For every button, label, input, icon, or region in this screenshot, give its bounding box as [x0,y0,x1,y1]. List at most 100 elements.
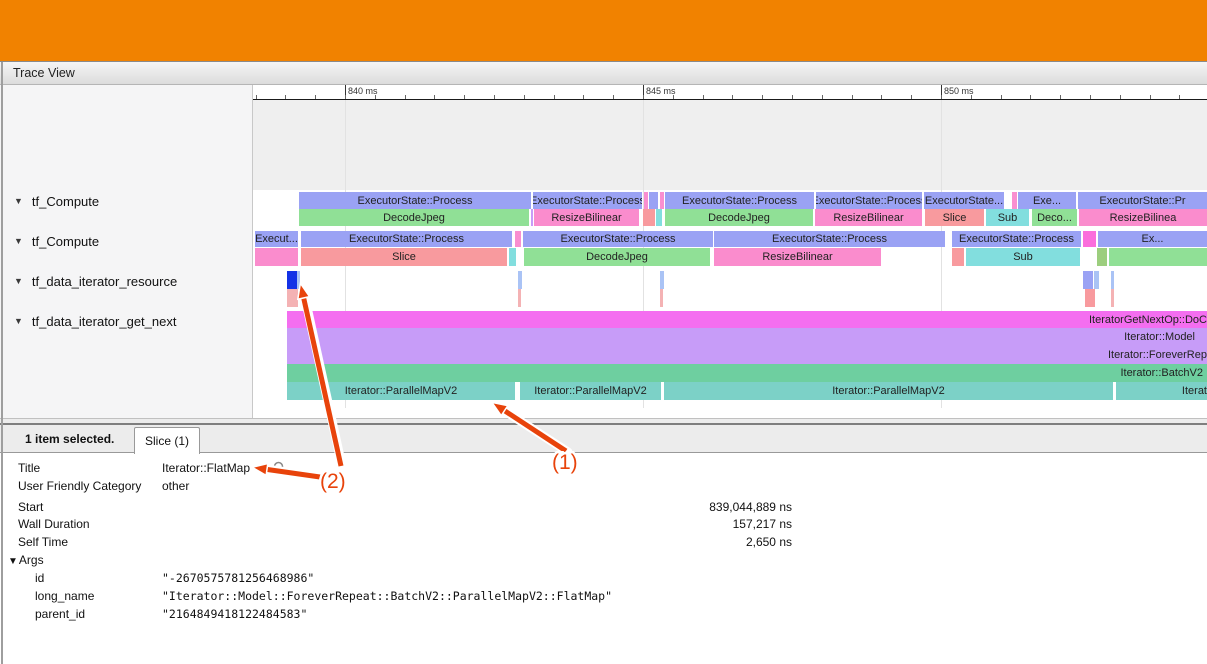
timeline-slice[interactable]: Ex... [1098,231,1207,247]
timeline-slice[interactable]: Exe... [1018,192,1076,209]
minor-tick [852,95,853,99]
timeline-slice[interactable]: Sub [986,209,1029,226]
timeline-slice[interactable]: Iterator::ParallelMapV2 [520,382,661,400]
trace-view-header: Trace View [0,61,1207,85]
timeline-slice[interactable]: IteratorGetNextOp::DoC [287,311,1207,328]
timeline-slice[interactable]: Execut... [255,231,298,247]
panel-splitter[interactable] [0,418,1207,425]
timeline-slice[interactable]: Slice [301,248,507,266]
timeline-slice[interactable] [1111,271,1114,289]
timeline-slice[interactable]: ResizeBilinear [534,209,639,226]
timeline-slice[interactable] [660,271,664,289]
minor-tick [762,95,763,99]
collapse-triangle-icon[interactable]: ▼ [14,196,23,206]
timeline-slice[interactable]: DecodeJpeg [299,209,529,226]
window-left-border [1,62,3,664]
timeline-slice[interactable]: DecodeJpeg [665,209,813,226]
timeline-slice[interactable]: ExecutorState::Process [816,192,922,209]
minor-tick [554,95,555,99]
timeline-slice[interactable] [531,209,533,226]
timeline-slice[interactable] [518,271,522,289]
collapse-triangle-icon[interactable]: ▼ [8,556,18,567]
timeline-slice[interactable]: Deco... [1032,209,1077,226]
timeline-slice[interactable]: DecodeJpeg [524,248,710,266]
timeline-empty-band [253,100,1207,190]
minor-tick [613,95,614,99]
timeline-slice[interactable] [1097,248,1107,266]
timeline-slice[interactable]: Iterator::ParallelMapV2 [287,382,515,400]
field-value-title: Iterator::FlatMap [162,461,250,475]
timeline-canvas[interactable]: 840 ms845 ms850 ms ExecutorState::Proces… [253,85,1207,418]
timeline-slice[interactable] [1085,289,1095,307]
timeline-slice[interactable] [952,248,964,266]
track-label[interactable]: ▼tf_Compute [14,192,99,210]
minor-tick [643,95,644,99]
timeline-slice[interactable] [509,248,516,266]
timeline-slice[interactable]: ResizeBilinear [815,209,922,226]
timeline-slice[interactable]: ResizeBilinea [1079,209,1207,226]
timeline-slice[interactable] [1094,271,1099,289]
minor-tick [583,95,584,99]
collapse-triangle-icon[interactable]: ▼ [14,236,23,246]
detail-row-wall-duration: Wall Duration 157,217 ns [0,515,1207,532]
timeline-slice[interactable] [518,289,521,307]
collapse-triangle-icon[interactable]: ▼ [14,316,23,326]
timeline-slice[interactable]: ResizeBilinear [714,248,881,266]
timeline-slice[interactable]: ExecutorState::Process [523,231,713,247]
timeline-slice[interactable]: ExecutorState... [924,192,1004,209]
minor-tick [673,95,674,99]
timeline-slice[interactable] [644,192,648,209]
minor-tick [375,95,376,99]
track-label-panel: ▼tf_Compute ▼tf_Compute ▼tf_data_iterator_… [0,85,253,418]
timeline-slice[interactable]: Iterat [1116,382,1207,400]
timeline-slice[interactable] [656,209,662,226]
timeline-slice[interactable] [1111,289,1114,307]
minor-tick [405,95,406,99]
timeline-slice[interactable] [660,289,663,307]
field-label: Start [18,500,43,514]
timeline-slice[interactable] [1083,231,1096,247]
detail-row-title: Title Iterator::FlatMap [0,459,1207,476]
timeline-slice[interactable]: ExecutorState::Process [952,231,1081,247]
arg-row-id: id "-2670575781256468986" [0,569,1207,586]
timeline-slice[interactable] [287,271,297,289]
time-ruler[interactable]: 840 ms845 ms850 ms [253,85,1207,100]
timeline-slice[interactable]: Iterator::ForeverRep [287,346,1207,364]
arg-row-long-name: long_name "Iterator::Model::ForeverRepea… [0,587,1207,604]
timeline-slice[interactable] [297,271,300,289]
detail-row-start: Start 839,044,889 ns [0,498,1207,515]
timeline-slice[interactable]: ExecutorState::Process [299,192,531,209]
timeline-slice[interactable]: Iterator::Model [287,328,1207,346]
track-label[interactable]: ▼tf_Compute [14,232,99,250]
timeline-slice[interactable] [1012,192,1017,209]
timeline-slice[interactable]: ExecutorState::Process [301,231,512,247]
args-header[interactable]: ▼Args [8,553,44,567]
minor-tick [971,95,972,99]
timeline-slice[interactable]: ExecutorState::Process [533,192,642,209]
tab-slice[interactable]: Slice (1) [134,427,200,454]
timeline-slice[interactable] [1083,271,1093,289]
track-label[interactable]: ▼tf_data_iterator_get_next [14,312,176,330]
timeline-slice[interactable]: Iterator::BatchV2 [287,364,1207,382]
track-label[interactable]: ▼tf_data_iterator_resource [14,272,177,290]
tick-label: 840 ms [345,86,378,96]
detail-row-category: User Friendly Category other [0,477,1207,494]
collapse-triangle-icon[interactable]: ▼ [14,276,23,286]
timeline-slice[interactable] [515,231,521,247]
timeline-slice[interactable] [649,192,658,209]
args-header-row[interactable]: ▼Args [0,551,1207,568]
timeline-slice[interactable] [1109,248,1207,266]
timeline-slice[interactable]: ExecutorState::Process [714,231,945,247]
minor-tick [1179,95,1180,99]
timeline-slice[interactable] [660,192,664,209]
timeline-slice[interactable] [643,209,655,226]
timeline-slice[interactable]: ExecutorState::Process [665,192,814,209]
timeline-slice[interactable] [255,248,298,266]
timeline-slice[interactable]: Slice [925,209,984,226]
timeline-slice[interactable]: Sub [966,248,1080,266]
timeline-slice[interactable]: ExecutorState::Pr [1078,192,1207,209]
minor-tick [434,95,435,99]
minor-tick [732,95,733,99]
timeline-slice[interactable]: Iterator::ParallelMapV2 [664,382,1113,400]
timeline-slice[interactable] [287,289,298,307]
